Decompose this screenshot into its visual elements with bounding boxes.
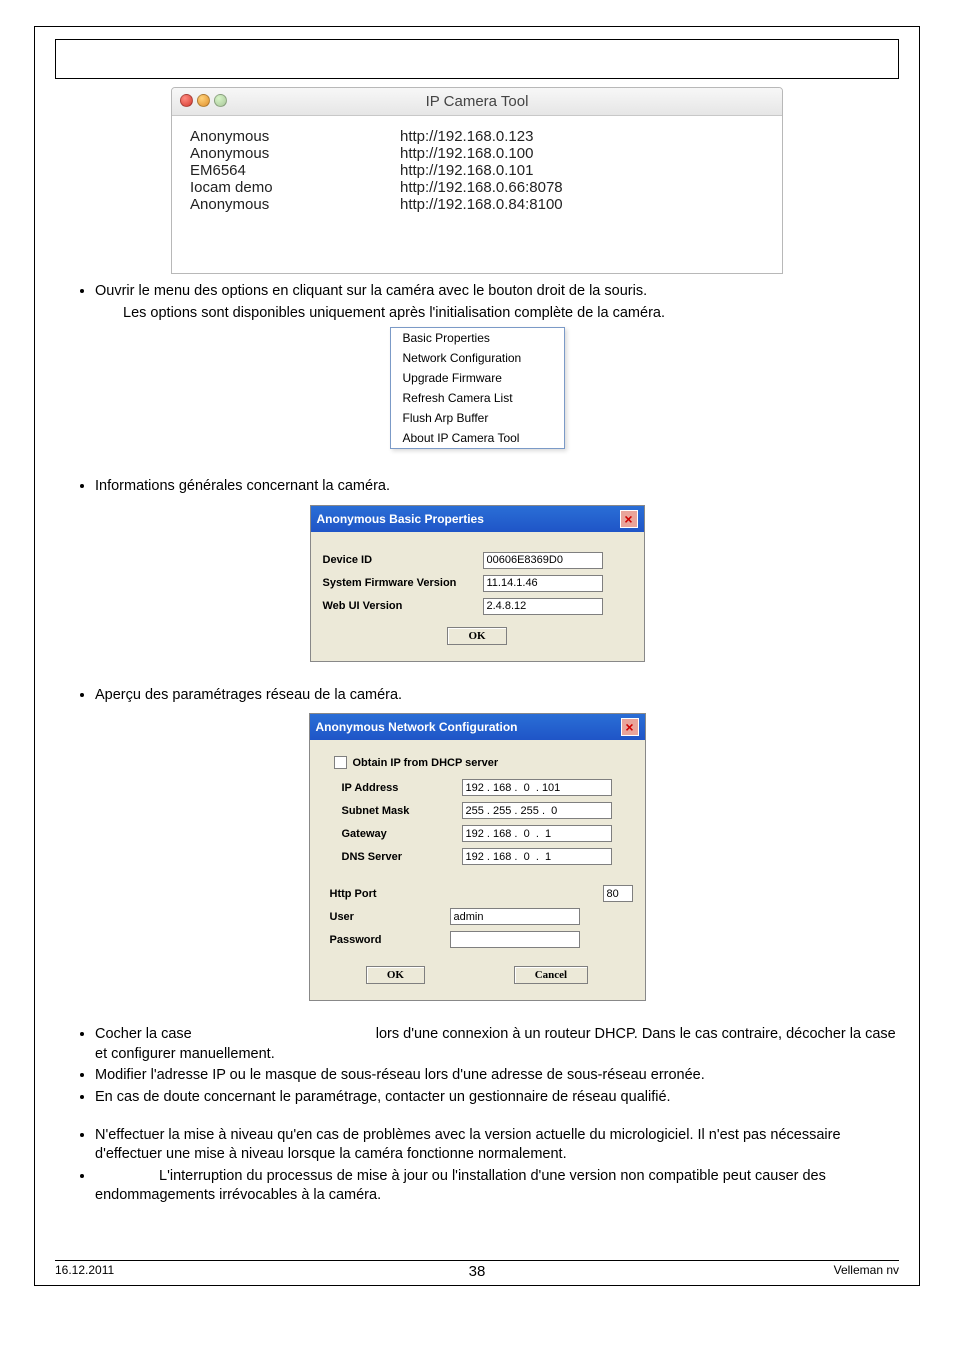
- menu-item-about[interactable]: About IP Camera Tool: [391, 428, 564, 448]
- footer-page-number: 38: [35, 1263, 919, 1280]
- close-icon[interactable]: [180, 94, 193, 107]
- password-field[interactable]: [450, 931, 580, 948]
- label-device-id: Device ID: [323, 554, 483, 566]
- menu-item-network-configuration[interactable]: Network Configuration: [391, 348, 564, 368]
- list-item[interactable]: Anonymoushttp://192.168.0.123: [190, 128, 774, 145]
- dialog-titlebar: Anonymous Basic Properties ×: [311, 506, 644, 532]
- dialog-titlebar: Anonymous Network Configuration ×: [310, 714, 645, 740]
- body-text: L'interruption du processus de mise à jo…: [95, 1167, 899, 1206]
- firmware-version-field[interactable]: [483, 575, 603, 592]
- body-text: Cocher la case lors d'une connexion à un…: [95, 1025, 899, 1064]
- device-id-field[interactable]: [483, 552, 603, 569]
- dns-server-field[interactable]: [462, 848, 612, 865]
- basic-properties-dialog: Anonymous Basic Properties × Device ID S…: [310, 505, 645, 662]
- menu-item-flush-arp-buffer[interactable]: Flush Arp Buffer: [391, 408, 564, 428]
- label-web-ui-version: Web UI Version: [323, 600, 483, 612]
- label-firmware-version: System Firmware Version: [323, 577, 483, 589]
- body-text: Informations générales concernant la cam…: [95, 477, 899, 497]
- ipcam-titlebar: IP Camera Tool: [172, 88, 782, 116]
- body-text: En cas de doute concernant le paramétrag…: [95, 1088, 899, 1108]
- label-user: User: [330, 911, 430, 923]
- body-text: N'effectuer la mise à niveau qu'en cas d…: [95, 1126, 899, 1165]
- ipcam-tool-window: IP Camera Tool Anonymoushttp://192.168.0…: [171, 87, 783, 274]
- body-text: Aperçu des paramétrages réseau de la cam…: [95, 686, 899, 706]
- close-icon[interactable]: ×: [621, 718, 639, 736]
- list-item[interactable]: Iocam demohttp://192.168.0.66:8078: [190, 179, 774, 196]
- header-placeholder: [55, 39, 899, 79]
- web-ui-version-field[interactable]: [483, 598, 603, 615]
- body-text: Modifier l'adresse IP ou le masque de so…: [95, 1066, 899, 1086]
- list-item[interactable]: Anonymoushttp://192.168.0.84:8100: [190, 196, 774, 213]
- ipcam-list: Anonymoushttp://192.168.0.123 Anonymoush…: [172, 116, 782, 273]
- minimize-icon[interactable]: [197, 94, 210, 107]
- body-text: Les options sont disponibles uniquement …: [123, 304, 899, 324]
- ok-button[interactable]: OK: [447, 627, 506, 645]
- list-item[interactable]: EM6564http://192.168.0.101: [190, 162, 774, 179]
- subnet-mask-field[interactable]: [462, 802, 612, 819]
- label-http-port: Http Port: [330, 888, 430, 900]
- ok-button[interactable]: OK: [366, 966, 425, 984]
- zoom-icon[interactable]: [214, 94, 227, 107]
- user-field[interactable]: [450, 908, 580, 925]
- list-item[interactable]: Anonymoushttp://192.168.0.100: [190, 145, 774, 162]
- label-subnet-mask: Subnet Mask: [342, 805, 462, 817]
- label-dns-server: DNS Server: [342, 851, 462, 863]
- gateway-field[interactable]: [462, 825, 612, 842]
- menu-item-refresh-camera-list[interactable]: Refresh Camera List: [391, 388, 564, 408]
- label-password: Password: [330, 934, 430, 946]
- close-icon[interactable]: ×: [620, 510, 638, 528]
- label-dhcp: Obtain IP from DHCP server: [353, 757, 499, 769]
- context-menu: Basic Properties Network Configuration U…: [390, 327, 565, 449]
- body-text: Ouvrir le menu des options en cliquant s…: [95, 282, 899, 302]
- page-footer: 16.12.2011 38 Velleman nv: [35, 1260, 919, 1277]
- http-port-field[interactable]: [603, 885, 633, 902]
- cancel-button[interactable]: Cancel: [514, 966, 588, 984]
- network-configuration-dialog: Anonymous Network Configuration × Obtain…: [309, 713, 646, 1001]
- menu-item-basic-properties[interactable]: Basic Properties: [391, 328, 564, 348]
- menu-item-upgrade-firmware[interactable]: Upgrade Firmware: [391, 368, 564, 388]
- label-ip-address: IP Address: [342, 782, 462, 794]
- ipcam-title-text: IP Camera Tool: [426, 93, 529, 110]
- ip-address-field[interactable]: [462, 779, 612, 796]
- label-gateway: Gateway: [342, 828, 462, 840]
- dhcp-checkbox[interactable]: [334, 756, 347, 769]
